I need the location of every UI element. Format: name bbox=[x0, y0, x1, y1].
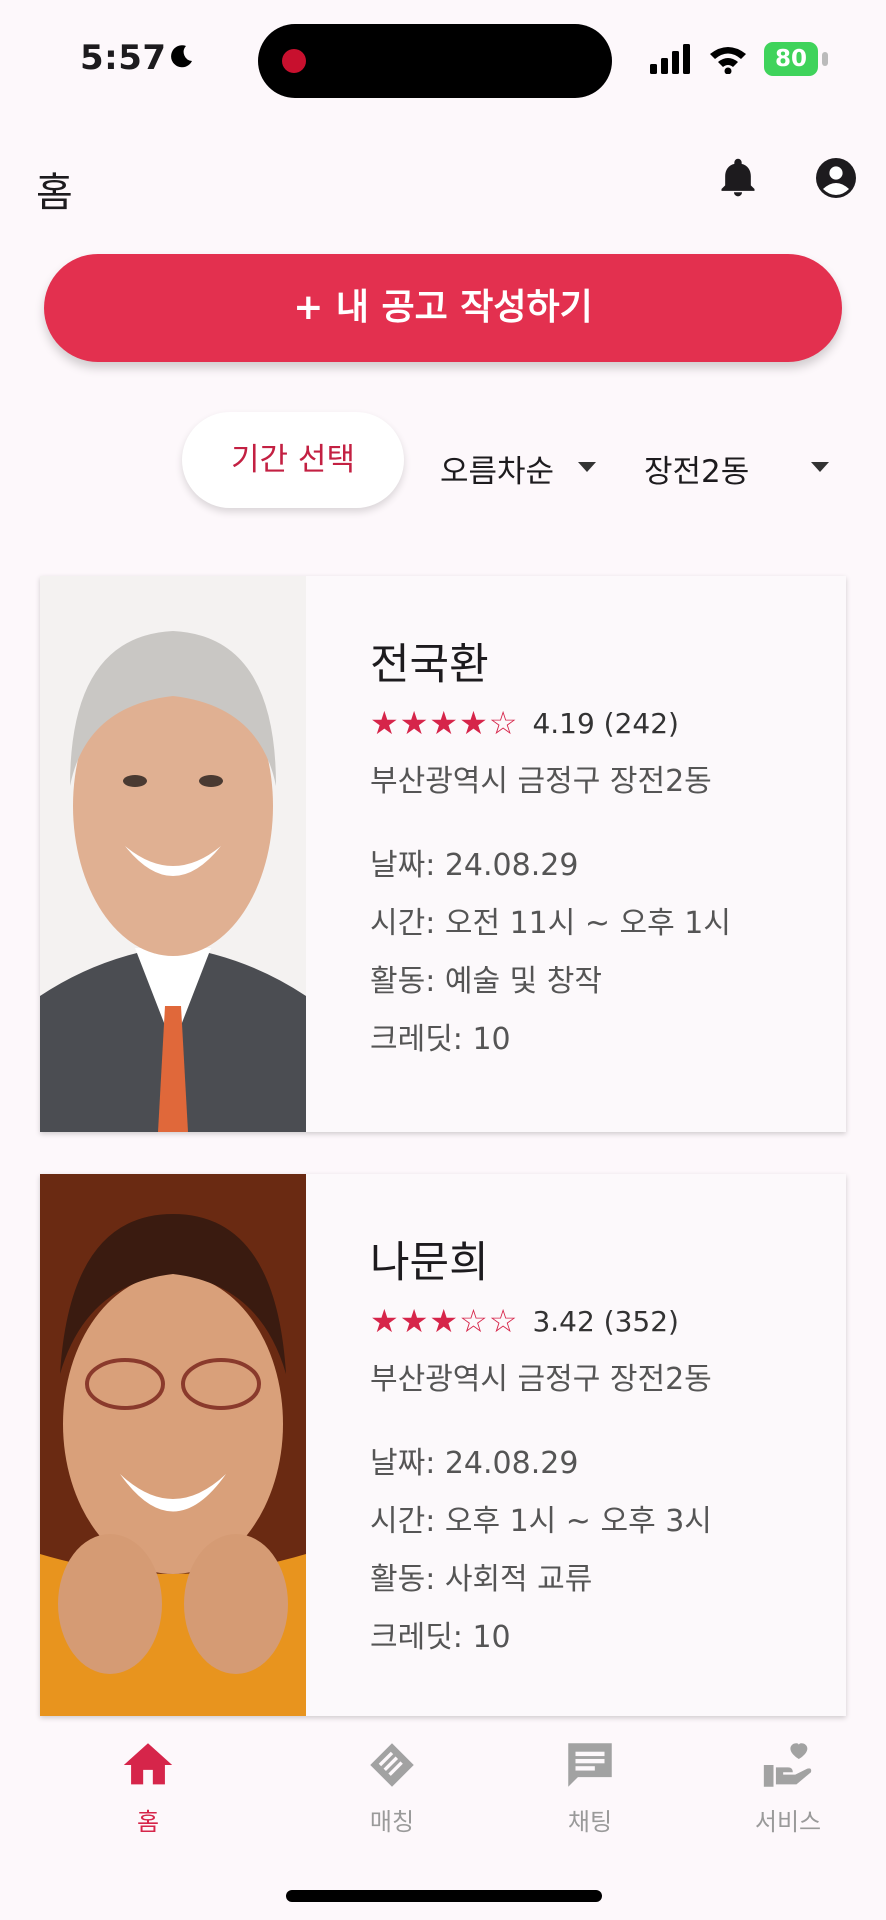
moon-icon bbox=[171, 45, 192, 68]
activity-text: 활동: 사회적 교류 bbox=[370, 1562, 593, 1597]
account-circle-icon[interactable] bbox=[812, 154, 860, 202]
location-text: 부산광역시 금정구 장전2동 bbox=[370, 764, 712, 799]
status-time: 5:57 bbox=[80, 38, 167, 78]
nav-label: 서비스 bbox=[754, 1808, 822, 1836]
recording-dot-icon bbox=[282, 49, 306, 73]
nav-item-service[interactable]: 서비스 bbox=[718, 1736, 858, 1837]
activity-text: 활동: 예술 및 창작 bbox=[370, 964, 602, 999]
dropdown-arrow-icon bbox=[811, 462, 829, 472]
profile-photo bbox=[40, 576, 306, 1132]
date-text: 날짜: 24.08.29 bbox=[370, 848, 579, 883]
nav-label: 홈 bbox=[136, 1808, 160, 1836]
person-name: 전국환 bbox=[370, 640, 489, 690]
star-rating-icon: ★★★☆☆ bbox=[370, 1302, 519, 1340]
rating-value: 3.42 (352) bbox=[532, 1304, 679, 1338]
dynamic-island bbox=[258, 24, 612, 98]
handshake-icon bbox=[370, 1743, 414, 1787]
profile-photo bbox=[40, 1174, 306, 1716]
credit-text: 크레딧: 10 bbox=[370, 1022, 511, 1057]
sort-order-dropdown[interactable]: 오름차순 bbox=[440, 446, 554, 491]
post-card[interactable]: 나문희 ★★★☆☆ 3.42 (352) 부산광역시 금정구 장전2동 날짜: … bbox=[40, 1174, 846, 1716]
period-select-button[interactable]: 기간 선택 bbox=[182, 412, 404, 508]
dropdown-arrow-icon bbox=[578, 462, 596, 472]
home-indicator bbox=[286, 1890, 602, 1902]
region-dropdown[interactable]: 장전2동 bbox=[644, 446, 749, 491]
charging-icon bbox=[822, 52, 828, 66]
rating-value: 4.19 (242) bbox=[532, 706, 679, 740]
cellular-signal-icon bbox=[650, 44, 690, 74]
battery-indicator: 80 bbox=[764, 42, 818, 76]
wifi-icon bbox=[710, 47, 746, 74]
care-hand-heart-icon bbox=[763, 1743, 812, 1787]
star-rating-icon: ★★★★☆ bbox=[370, 704, 519, 742]
rating-row: ★★★☆☆ 3.42 (352) bbox=[370, 1302, 679, 1340]
date-text: 날짜: 24.08.29 bbox=[370, 1446, 579, 1481]
nav-label: 매칭 bbox=[369, 1808, 415, 1836]
rating-row: ★★★★☆ 4.19 (242) bbox=[370, 704, 679, 742]
post-card[interactable]: 전국환 ★★★★☆ 4.19 (242) 부산광역시 금정구 장전2동 날짜: … bbox=[40, 576, 846, 1132]
location-text: 부산광역시 금정구 장전2동 bbox=[370, 1362, 712, 1397]
create-post-button[interactable]: + 내 공고 작성하기 bbox=[44, 254, 842, 362]
credit-text: 크레딧: 10 bbox=[370, 1620, 511, 1655]
chat-icon bbox=[568, 1743, 612, 1787]
person-name: 나문희 bbox=[370, 1238, 489, 1288]
time-text: 시간: 오후 1시 ~ 오후 3시 bbox=[370, 1504, 712, 1539]
time-text: 시간: 오전 11시 ~ 오후 1시 bbox=[370, 906, 731, 941]
nav-item-matching[interactable]: 매칭 bbox=[322, 1736, 462, 1837]
nav-label: 채팅 bbox=[567, 1808, 613, 1836]
page-title: 홈 bbox=[36, 170, 73, 216]
notification-bell-icon[interactable] bbox=[716, 156, 760, 200]
home-icon bbox=[123, 1743, 173, 1785]
nav-item-home[interactable]: 홈 bbox=[78, 1736, 218, 1837]
nav-item-chat[interactable]: 채팅 bbox=[520, 1736, 660, 1837]
